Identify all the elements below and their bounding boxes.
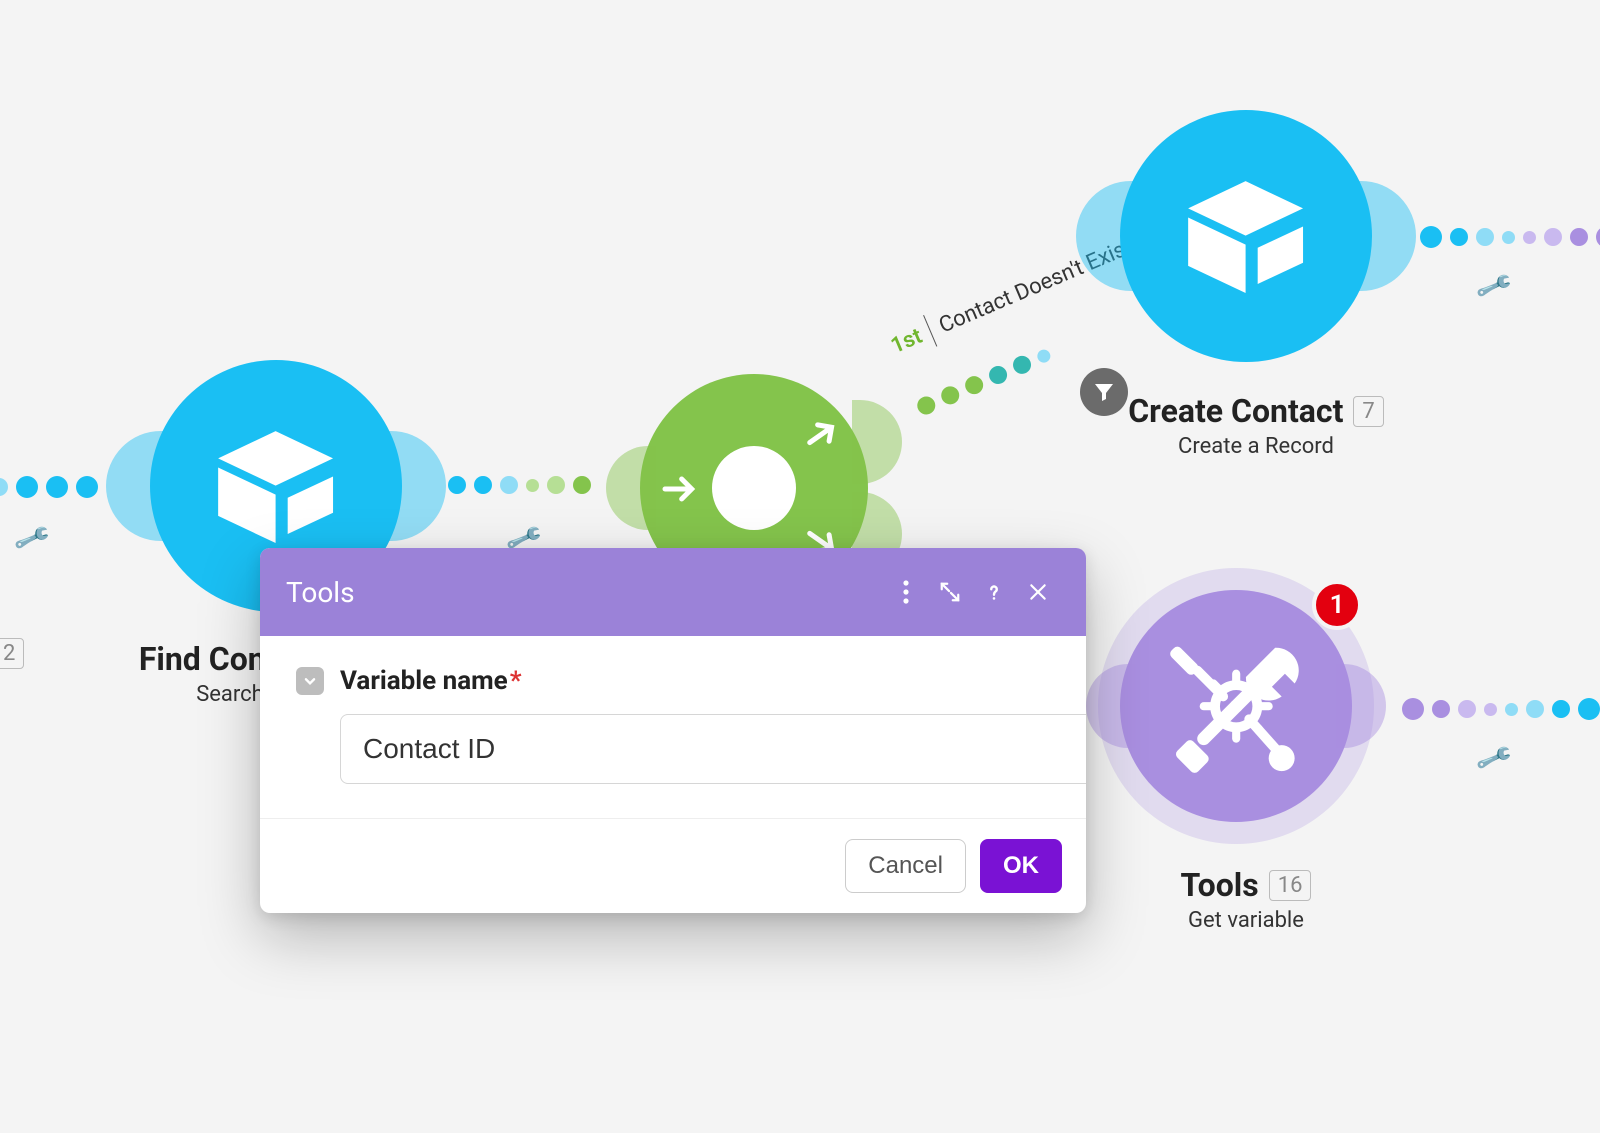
expand-icon [939,581,961,603]
tools-config-dialog: Tools Variable name* [260,548,1086,913]
node-create-contact-label: Create Contact 7 Create a Record [1076,392,1436,459]
module-index: 2 [0,638,24,669]
help-icon [983,581,1005,603]
close-icon [1028,582,1048,602]
arrow-icon [794,406,850,462]
variable-name-input[interactable] [340,714,1086,784]
cube-icon [1170,160,1321,311]
node-create-contact[interactable] [1120,110,1372,362]
module-index: 7 [1353,396,1383,427]
help-button[interactable] [972,570,1016,614]
dialog-title: Tools [286,576,884,609]
close-button[interactable] [1016,570,1060,614]
cube-icon [200,410,351,561]
field-label: Variable name* [340,666,522,696]
node-tools-label: Tools 16 Get variable [1096,866,1396,933]
wrench-icon: 🔧 [1474,739,1515,778]
wrench-icon: 🔧 [12,519,53,558]
cancel-button[interactable]: Cancel [845,839,966,893]
collapse-toggle[interactable] [296,667,324,695]
notification-badge: 1 [1312,580,1362,630]
dialog-header[interactable]: Tools [260,548,1086,636]
more-vertical-icon [903,580,909,604]
router-center-icon [712,446,796,530]
tools-icon [1155,625,1317,787]
expand-button[interactable] [928,570,972,614]
chevron-down-icon [303,674,317,688]
ok-button[interactable]: OK [980,839,1062,893]
more-button[interactable] [884,570,928,614]
wrench-icon: 🔧 [1474,267,1515,306]
arrow-icon [660,469,700,509]
module-index: 16 [1269,870,1312,901]
node-tools[interactable]: 1 [1120,590,1352,822]
